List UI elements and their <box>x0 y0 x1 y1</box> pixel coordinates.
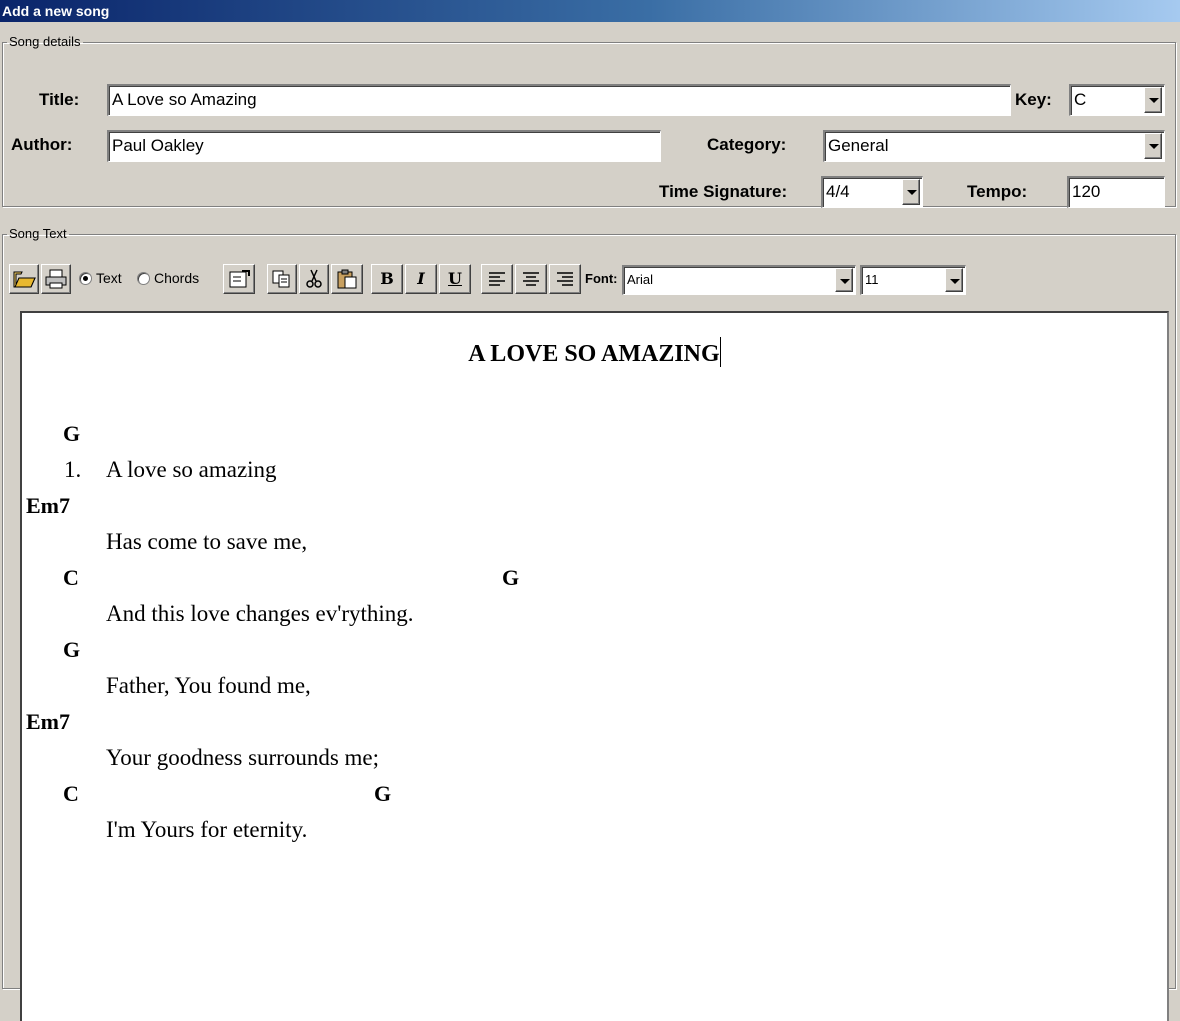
key-dropdown-arrow-icon[interactable] <box>1144 87 1162 113</box>
copy-icon <box>272 270 290 288</box>
key-select[interactable]: C <box>1069 84 1165 116</box>
chord: G <box>502 565 520 590</box>
author-label: Author: <box>11 135 73 154</box>
window-titlebar: Add a new song <box>0 0 1180 22</box>
align-left-button[interactable] <box>481 264 513 294</box>
align-center-icon <box>523 272 539 286</box>
font-size-select[interactable]: 11 <box>860 265 966 295</box>
time-signature-label: Time Signature: <box>659 182 788 201</box>
printer-icon <box>45 269 67 289</box>
song-details-group: Song details Title: A Love so Amazing Ke… <box>2 34 1176 208</box>
category-select[interactable]: General <box>823 130 1165 162</box>
song-heading-text: A LOVE SO AMAZING <box>468 341 720 367</box>
song-text-editor[interactable]: A LOVE SO AMAZING G 1. A love so amazing… <box>20 311 1169 1021</box>
folder-open-icon <box>13 271 36 288</box>
cut-button[interactable] <box>299 264 329 294</box>
chord: G <box>63 637 81 662</box>
category-select-value: General <box>828 136 889 155</box>
song-details-legend: Song details <box>9 34 81 49</box>
lyric-line: Your goodness surrounds me; <box>106 745 380 770</box>
song-text-legend: Song Text <box>9 226 67 241</box>
chord: G <box>63 421 81 446</box>
align-center-button[interactable] <box>515 264 547 294</box>
align-left-icon <box>489 272 505 286</box>
lyric-line: Father, You found me, <box>106 673 311 698</box>
title-label: Title: <box>39 90 80 109</box>
mode-chords-radio[interactable] <box>137 272 150 285</box>
properties-button[interactable] <box>223 264 255 294</box>
align-right-icon <box>557 272 573 286</box>
category-dropdown-arrow-icon[interactable] <box>1144 133 1162 159</box>
chord: G <box>374 781 392 806</box>
key-select-value: C <box>1074 90 1087 109</box>
time-signature-dropdown-arrow-icon[interactable] <box>902 179 920 205</box>
text-caret <box>719 337 721 367</box>
lyric-line: And this love changes ev'rything. <box>106 601 414 626</box>
font-size-value: 11 <box>865 272 879 287</box>
title-input[interactable]: A Love so Amazing <box>107 84 1011 116</box>
underline-button[interactable]: U <box>439 264 471 294</box>
print-button[interactable] <box>41 264 71 294</box>
song-text-group: Song Text Text Chords B I U Font: Arial … <box>2 226 1176 1021</box>
align-right-button[interactable] <box>549 264 581 294</box>
font-select-value: Arial <box>627 272 654 287</box>
scissors-icon <box>306 269 322 288</box>
mode-chords-label: Chords <box>154 270 200 286</box>
mode-text-label: Text <box>96 270 122 286</box>
bold-button[interactable]: B <box>371 264 403 294</box>
font-dropdown-arrow-icon[interactable] <box>835 268 853 292</box>
font-select[interactable]: Arial <box>622 265 856 295</box>
properties-icon <box>229 270 250 288</box>
tempo-input[interactable]: 120 <box>1067 176 1165 208</box>
open-button[interactable] <box>9 264 39 294</box>
author-input[interactable]: Paul Oakley <box>107 130 661 162</box>
chord: C <box>63 565 79 590</box>
lyric-line: I'm Yours for eternity. <box>106 817 308 842</box>
paste-button[interactable] <box>331 264 363 294</box>
chord: C <box>63 781 79 806</box>
time-signature-value: 4/4 <box>826 182 850 201</box>
chord: Em7 <box>26 493 70 518</box>
font-label: Font: <box>585 271 618 286</box>
font-size-dropdown-arrow-icon[interactable] <box>945 268 963 292</box>
key-label: Key: <box>1015 90 1052 109</box>
chord: Em7 <box>26 709 70 734</box>
category-label: Category: <box>707 135 787 154</box>
time-signature-select[interactable]: 4/4 <box>821 176 923 208</box>
lyric-line: Has come to save me, <box>106 529 308 554</box>
tempo-label: Tempo: <box>967 182 1028 201</box>
italic-button[interactable]: I <box>405 264 437 294</box>
song-heading: A LOVE SO AMAZING <box>22 337 1167 368</box>
lyric-line: A love so amazing <box>106 457 277 482</box>
mode-text-radio[interactable] <box>79 272 92 285</box>
copy-button[interactable] <box>267 264 297 294</box>
verse-number: 1. <box>64 457 82 482</box>
paste-icon <box>337 269 357 289</box>
